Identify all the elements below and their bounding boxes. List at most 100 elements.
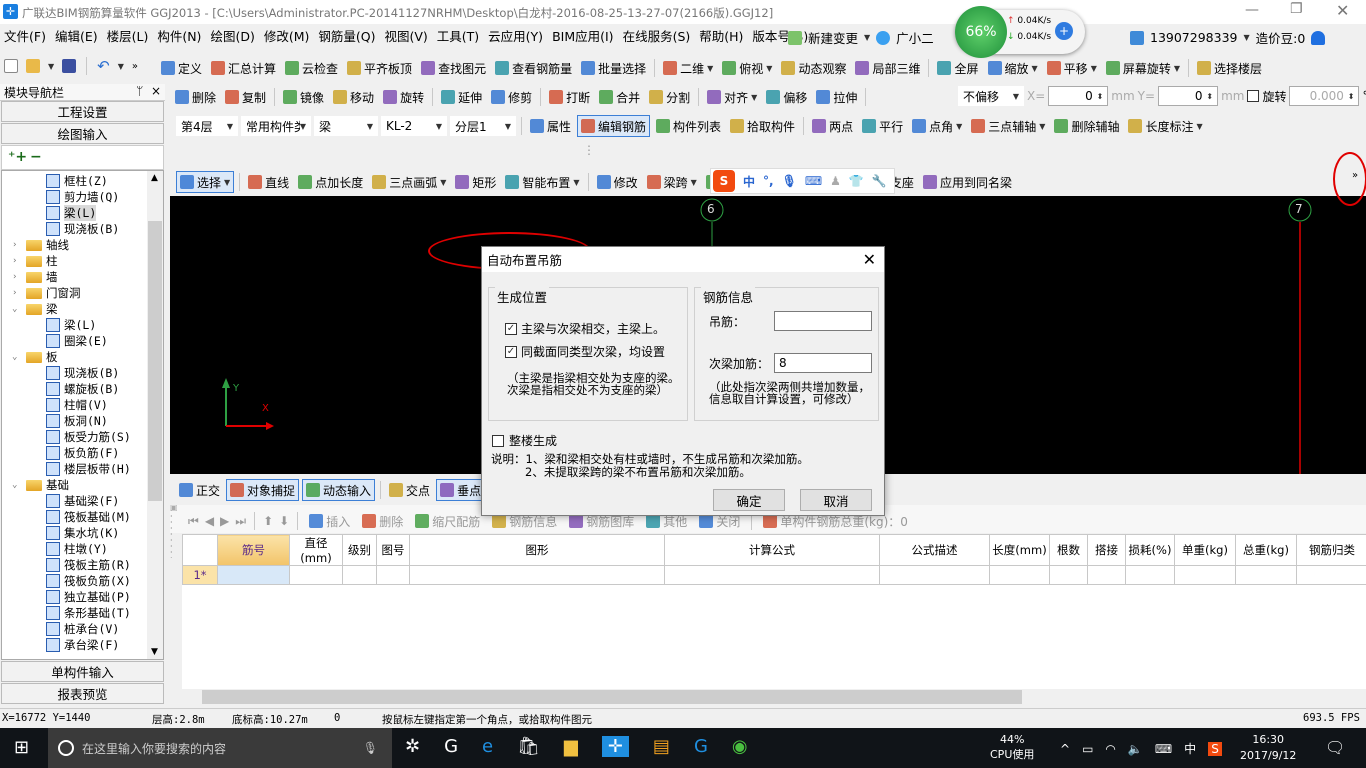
toolbar1-button-11[interactable]: 全屏 (934, 57, 981, 79)
toolbar-grip[interactable]: ⋮ (583, 143, 595, 157)
chevron-right-icon[interactable]: › (12, 256, 22, 266)
table-cell[interactable] (1235, 565, 1297, 585)
punctuation-icon[interactable]: °, (763, 174, 774, 188)
tree-item[interactable]: 圈梁(E) (46, 333, 108, 349)
table-cell[interactable] (289, 565, 343, 585)
toolbar2-button-8[interactable]: 合并 (596, 86, 643, 108)
column-header[interactable]: 计算公式 (664, 534, 880, 566)
tree-item[interactable]: 承台梁(F) (46, 637, 119, 653)
toolbar2-button-4[interactable]: 旋转 (380, 86, 427, 108)
tree-item[interactable]: 剪力墙(Q) (46, 189, 119, 205)
toolbar1-button-15[interactable]: 选择楼层 (1194, 57, 1265, 79)
chevron-right-icon[interactable]: › (12, 240, 22, 250)
toolbar3-items-button-8[interactable]: 删除辅轴 (1051, 115, 1122, 137)
chevron-right-icon[interactable]: › (12, 272, 22, 282)
table-cell[interactable] (342, 565, 377, 585)
tree-item[interactable]: 螺旋板(B) (46, 381, 119, 397)
tree-item[interactable]: 框柱(Z) (46, 173, 108, 189)
cpu-meter[interactable]: 44% CPU使用 (990, 732, 1034, 762)
menu-item[interactable]: 视图(V) (384, 26, 427, 45)
dropdown-caret-icon[interactable]: ▼ (956, 122, 962, 131)
toolbar4-button-10[interactable]: 应用到同名梁 (920, 171, 1015, 193)
restore-button[interactable]: ❐ (1290, 1, 1303, 17)
tree-item[interactable]: › 轴线 (12, 237, 69, 253)
microphone-icon[interactable]: 🎙 (782, 174, 797, 188)
column-header[interactable]: 损耗(%) (1125, 534, 1175, 566)
bell-icon[interactable] (1311, 30, 1326, 45)
assistant-menu[interactable]: 广小二 (896, 28, 934, 47)
keyboard-icon[interactable]: ⌨ (805, 174, 822, 188)
table-cell[interactable] (1049, 565, 1088, 585)
tree-item[interactable]: 桩承台(V) (46, 621, 119, 637)
file-explorer-icon[interactable]: ▆ (564, 736, 578, 757)
tree-item[interactable]: 板洞(N) (46, 413, 108, 429)
snapbar-button-2[interactable]: 动态输入 (302, 479, 376, 501)
toolbar4-button-7[interactable]: 梁跨 ▼ (644, 171, 700, 193)
microphone-icon[interactable]: 🎙 (363, 741, 378, 755)
toolbar4-button-2[interactable]: 点加长度 (295, 171, 366, 193)
network-speed-widget[interactable]: 66% ↑ 0.04K/s ↓ 0.04K/s + (955, 6, 1085, 58)
toolbar2-button-1[interactable]: 复制 (222, 86, 269, 108)
toolbar4-button-6[interactable]: 修改 (594, 171, 641, 193)
toolbar1-button-5[interactable]: 查看钢筋量 (492, 57, 575, 79)
collapse-all-icon[interactable]: − (30, 149, 42, 165)
dropdown-caret-icon[interactable]: ▼ (440, 178, 446, 187)
tree-item[interactable]: 筏板基础(M) (46, 509, 131, 525)
next-record-icon[interactable]: ▶ (220, 514, 229, 528)
table-cell[interactable] (879, 565, 990, 585)
toolbar3-items-button-2[interactable]: 构件列表 (653, 115, 724, 137)
move-up-icon[interactable]: ⬆ (263, 514, 273, 528)
table-cell[interactable] (664, 565, 880, 585)
toolbar1-button-10[interactable]: 局部三维 (852, 57, 923, 79)
toolbar1-button-2[interactable]: 云检查 (282, 57, 341, 79)
option-same-section[interactable]: ✓ 同截面同类型次梁，均设置 (505, 343, 665, 360)
pin-button[interactable]: ᛘ (136, 84, 143, 98)
tree-item[interactable]: ⌄ 基础 (12, 477, 69, 493)
column-header[interactable]: 单重(kg) (1174, 534, 1236, 566)
keyboard-icon[interactable]: ⌨ (1155, 742, 1172, 756)
tree-item[interactable]: 筏板负筋(X) (46, 573, 131, 589)
table-cell[interactable] (1125, 565, 1175, 585)
ok-button[interactable]: 确定 (713, 489, 785, 511)
open-folder-icon[interactable] (26, 59, 40, 73)
menu-item[interactable]: 云应用(Y) (488, 26, 543, 45)
column-header[interactable]: 直径(mm) (289, 534, 343, 566)
menu-item[interactable]: 文件(F) (4, 26, 46, 45)
wifi-icon[interactable]: ◠ (1105, 742, 1115, 756)
menu-item[interactable]: 绘图(D) (210, 26, 254, 45)
tree-item[interactable]: 现浇板(B) (46, 365, 119, 381)
notification-icon[interactable]: 🗨 (1325, 738, 1345, 757)
menu-item[interactable]: 修改(M) (264, 26, 310, 45)
volume-icon[interactable]: 🔈 (1128, 742, 1143, 756)
minimize-button[interactable]: — (1245, 2, 1259, 18)
tree-item[interactable]: 基础梁(F) (46, 493, 119, 509)
toolbar3-items-button-3[interactable]: 拾取构件 (727, 115, 798, 137)
tree-item[interactable]: 集水坑(K) (46, 525, 119, 541)
taskbar-search[interactable]: 在这里输入你要搜索的内容 🎙 (48, 728, 392, 768)
dropdown-caret-icon[interactable]: ▼ (1039, 122, 1045, 131)
clock[interactable]: 16:30 2017/9/12 (1240, 732, 1296, 764)
first-record-icon[interactable]: ⏮ (188, 514, 199, 529)
toolbar2-button-6[interactable]: 修剪 (488, 86, 535, 108)
tree-item[interactable]: 独立基础(P) (46, 589, 131, 605)
rebar_toolbar-button-1[interactable]: 删除 (359, 510, 406, 532)
rebar_toolbar-button-2[interactable]: 缩尺配筋 (412, 510, 483, 532)
menu-item[interactable]: 构件(N) (157, 26, 201, 45)
chevron-right-icon[interactable]: › (12, 288, 22, 298)
table-cell[interactable] (217, 565, 290, 585)
toolbar1-button-13[interactable]: 平移 ▼ (1044, 57, 1100, 79)
toolbar3-items-button-1[interactable]: 编辑钢筋 (577, 115, 651, 137)
toolbar4-button-3[interactable]: 三点画弧 ▼ (369, 171, 449, 193)
tree-item[interactable]: 梁(L) (46, 317, 96, 333)
tray-chevron-icon[interactable]: ^ (1060, 742, 1070, 756)
last-record-icon[interactable]: ⏭ (235, 514, 246, 529)
table-cell[interactable] (409, 565, 665, 585)
column-header[interactable]: 总重(kg) (1235, 534, 1297, 566)
notes-app-icon[interactable]: ▤ (653, 736, 670, 757)
user-icon[interactable]: ♟ (830, 174, 841, 188)
toolbar3-items-button-9[interactable]: 长度标注 ▼ (1125, 115, 1205, 137)
toolbar2-button-12[interactable]: 拉伸 (813, 86, 860, 108)
option-main-beam[interactable]: ✓ 主梁与次梁相交，主梁上。 (505, 320, 665, 337)
new-change-menu[interactable]: 新建变更 (808, 28, 858, 47)
table-cell[interactable] (1296, 565, 1366, 585)
